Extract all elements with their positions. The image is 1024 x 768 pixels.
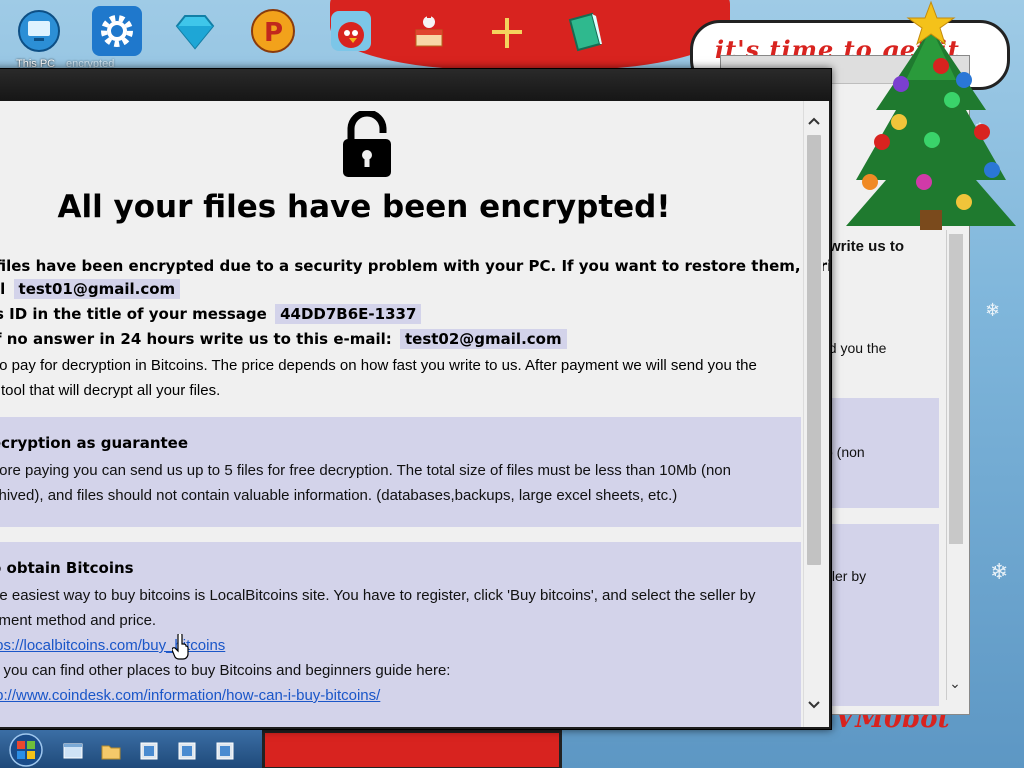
windows-start-orb-icon[interactable] bbox=[8, 732, 44, 768]
ransom-app-taskbar-icon[interactable] bbox=[138, 740, 160, 762]
payment-line-2: tool that will decrypt all your files. bbox=[1, 382, 221, 399]
christmas-tree-decoration bbox=[846, 0, 1016, 230]
padlock-icon bbox=[343, 111, 391, 177]
cake-icon[interactable] bbox=[404, 6, 454, 56]
background-window-scrollbar[interactable] bbox=[946, 230, 964, 700]
guarantee-line-2: chived), and files should not contain va… bbox=[0, 487, 678, 504]
background-scroll-thumb[interactable] bbox=[949, 234, 963, 544]
scroll-up-chevron-icon[interactable] bbox=[804, 111, 824, 131]
angry-birds-icon[interactable] bbox=[326, 6, 376, 56]
this-pc-icon[interactable] bbox=[14, 6, 64, 56]
wallpaper-red-panel bbox=[262, 730, 562, 768]
guarantee-panel: ecryption as guarantee fore paying you c… bbox=[0, 417, 801, 527]
diamond-game-icon[interactable] bbox=[170, 6, 220, 56]
guarantee-title: ecryption as guarantee bbox=[0, 434, 189, 452]
page-title: All your files have been encrypted! bbox=[57, 189, 671, 225]
bitcoins-line-2: yment method and price. bbox=[0, 612, 157, 629]
gift-box-icon[interactable] bbox=[482, 6, 532, 56]
ransom-app-taskbar-icon[interactable] bbox=[176, 740, 198, 762]
intro-line-3: s ID in the title of your message 44DD7B… bbox=[0, 304, 422, 324]
email-secondary[interactable]: test02@gmail.com bbox=[399, 329, 567, 349]
intro-line-2-text: il bbox=[0, 280, 6, 298]
window-title-bar[interactable] bbox=[0, 69, 831, 101]
bitcoins-title: o obtain Bitcoins bbox=[0, 559, 134, 577]
taskbar bbox=[0, 730, 262, 768]
ransom-note-content: All your files have been encrypted! file… bbox=[0, 101, 829, 727]
intro-line-3-text: s ID in the title of your message bbox=[0, 305, 267, 323]
intro-line-4: f no answer in 24 hours write us to this… bbox=[0, 329, 567, 349]
ransom-note-window[interactable]: All your files have been encrypted! file… bbox=[0, 68, 832, 730]
bitcoins-line-1: he easiest way to buy bitcoins is LocalB… bbox=[0, 587, 756, 604]
show-desktop-icon[interactable] bbox=[62, 740, 84, 762]
snowflake-decoration: ❄ bbox=[985, 300, 1001, 321]
file-explorer-icon[interactable] bbox=[100, 740, 122, 762]
intro-line-1: files have been encrypted due to a secur… bbox=[0, 257, 829, 275]
pinball-game-icon[interactable]: P bbox=[248, 6, 298, 56]
localbitcoins-link[interactable]: tps://localbitcoins.com/buy_bitcoins bbox=[0, 637, 225, 654]
guarantee-line-1: fore paying you can send us up to 5 file… bbox=[0, 462, 731, 479]
hand-pointer-cursor-icon bbox=[172, 634, 189, 660]
background-scroll-down-icon[interactable]: ⌄ bbox=[946, 676, 964, 692]
scroll-down-chevron-icon[interactable] bbox=[804, 695, 824, 715]
settings-gear-icon[interactable] bbox=[92, 6, 142, 56]
content-scrollbar[interactable] bbox=[803, 101, 823, 727]
intro-line-2: il test01@gmail.com bbox=[0, 279, 181, 299]
ransom-app-taskbar-icon[interactable] bbox=[214, 740, 236, 762]
victim-id-code[interactable]: 44DD7B6E-1337 bbox=[275, 304, 422, 324]
intro-line-4-text: f no answer in 24 hours write us to this… bbox=[0, 330, 392, 348]
snowflake-decoration: ❄ bbox=[990, 560, 1009, 585]
book-icon[interactable] bbox=[560, 6, 610, 56]
background-line: write us to bbox=[829, 238, 905, 255]
bitcoins-line-3: o you can find other places to buy Bitco… bbox=[0, 662, 451, 679]
scroll-thumb[interactable] bbox=[807, 135, 821, 565]
email-primary[interactable]: test01@gmail.com bbox=[13, 279, 181, 299]
svg-text:P: P bbox=[264, 18, 283, 48]
bitcoins-panel: o obtain Bitcoins he easiest way to buy … bbox=[0, 542, 801, 727]
payment-line-1: to pay for decryption in Bitcoins. The p… bbox=[0, 357, 757, 374]
coindesk-link[interactable]: tp://www.coindesk.com/information/how-ca… bbox=[0, 687, 380, 704]
